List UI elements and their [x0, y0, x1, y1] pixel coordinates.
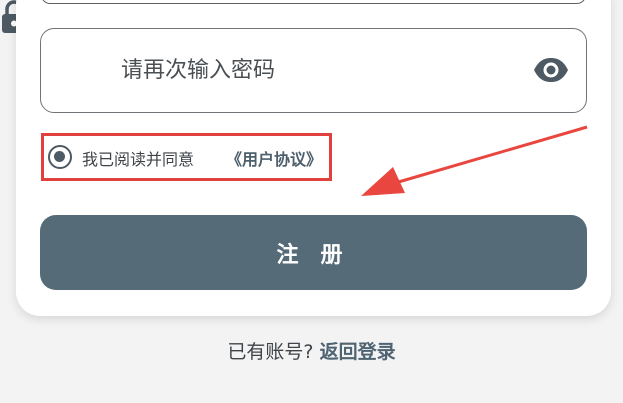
- agreement-radio[interactable]: [48, 145, 72, 169]
- user-agreement-link[interactable]: 《用户协议》: [226, 146, 322, 170]
- register-button[interactable]: 注 册: [40, 215, 587, 290]
- footer-login-prompt: 已有账号? 返回登录: [0, 337, 623, 364]
- confirm-password-input[interactable]: [121, 53, 511, 87]
- back-to-login-link[interactable]: 返回登录: [320, 341, 396, 363]
- footer-prefix: 已有账号?: [227, 341, 314, 363]
- annotation-arrow-icon: [361, 125, 588, 196]
- eye-icon[interactable]: [533, 57, 569, 87]
- agreement-text: 我已阅读并同意: [82, 150, 195, 169]
- password-field-bottom-edge[interactable]: [41, 0, 586, 4]
